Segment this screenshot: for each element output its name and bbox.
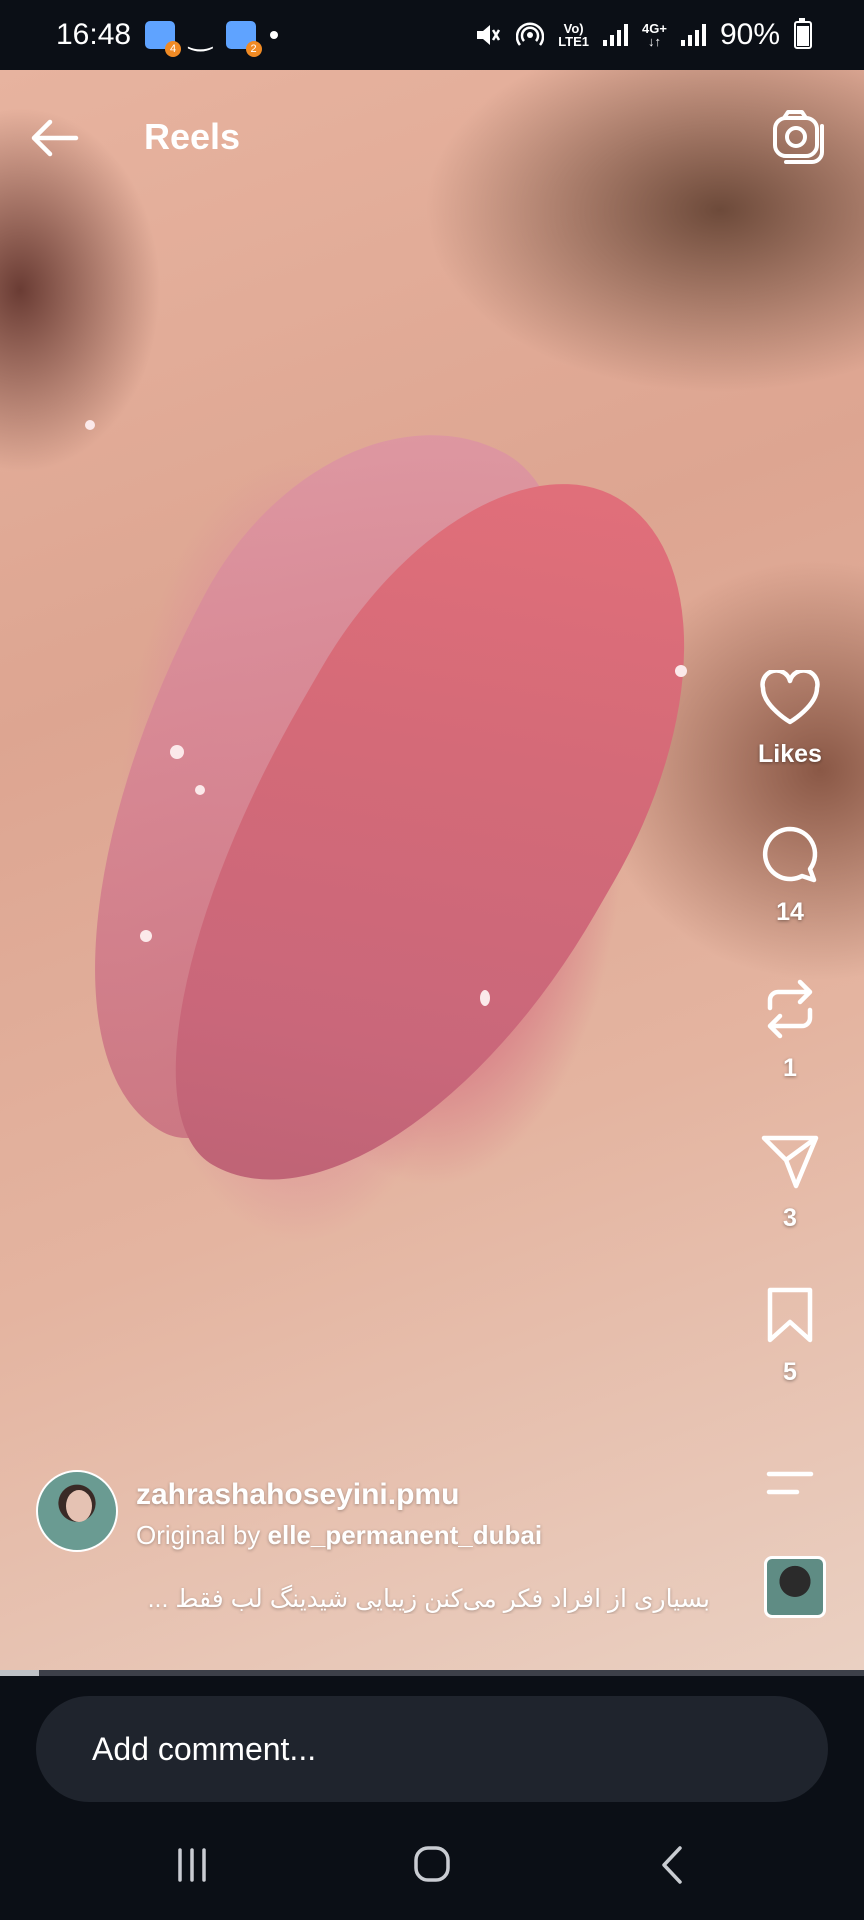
chat-notification-icon: 2: [225, 21, 262, 57]
home-icon[interactable]: [402, 1840, 462, 1890]
send-icon[interactable]: [760, 1132, 820, 1190]
heart-icon[interactable]: [759, 670, 821, 726]
shares-count: 3: [783, 1204, 797, 1232]
status-bar: 16:48 4 ‿ 2 Vo) LTE1 4G+ ↓↑ 90%: [0, 0, 864, 70]
original-author[interactable]: elle_permanent_dubai: [268, 1520, 543, 1550]
reel-caption[interactable]: بسیاری از افراد فکر می‌کنن زیبایی شیدینگ…: [40, 1584, 710, 1614]
network-type-indicator: 4G+ ↓↑: [642, 21, 667, 49]
recents-icon[interactable]: [162, 1840, 222, 1890]
page-title: Reels: [144, 116, 241, 157]
reels-header: Reels: [0, 70, 864, 200]
original-prefix: Original by: [136, 1520, 261, 1550]
reposts-count: 1: [783, 1054, 797, 1082]
repost-action: 1: [738, 978, 842, 1083]
mention-notification-icon: ‿: [189, 19, 212, 51]
more-action: [738, 1468, 842, 1498]
mute-icon: [477, 25, 501, 45]
camera-icon[interactable]: [770, 108, 826, 164]
comment-icon[interactable]: [760, 824, 820, 884]
comments-count: 14: [776, 898, 804, 926]
more-icon[interactable]: [765, 1468, 815, 1498]
comment-input[interactable]: Add comment...: [36, 1696, 828, 1802]
saves-count: 5: [783, 1358, 797, 1386]
signal-icon-2: [680, 24, 706, 46]
audio-thumbnail[interactable]: [764, 1556, 826, 1618]
more-notifications-dot: [269, 31, 278, 39]
comment-area: Add comment...: [0, 1676, 864, 1810]
back-arrow-icon[interactable]: [26, 110, 82, 166]
like-action: Likes: [738, 670, 842, 769]
hotspot-icon: [516, 22, 545, 46]
bookmark-icon[interactable]: [765, 1286, 815, 1344]
likes-label[interactable]: Likes: [738, 740, 842, 769]
reel-video[interactable]: [0, 70, 864, 1670]
battery-icon: [794, 18, 812, 49]
save-action: 5: [738, 1286, 842, 1387]
signal-icon-1: [603, 24, 629, 46]
battery-percent: 90%: [719, 18, 780, 51]
volte-indicator: Vo) LTE1: [558, 21, 590, 49]
message-notification-icon: 4: [145, 21, 182, 57]
username[interactable]: zahrashahoseyini.pmu: [136, 1478, 459, 1512]
status-time: 16:48: [56, 18, 132, 51]
system-nav-bar: [0, 1810, 864, 1920]
comment-action: 14: [738, 824, 842, 927]
back-nav-icon[interactable]: [644, 1840, 704, 1890]
avatar[interactable]: [36, 1470, 118, 1552]
share-action: 3: [738, 1132, 842, 1233]
repost-icon[interactable]: [760, 978, 820, 1040]
original-audio[interactable]: Original by elle_permanent_dubai: [136, 1520, 542, 1551]
